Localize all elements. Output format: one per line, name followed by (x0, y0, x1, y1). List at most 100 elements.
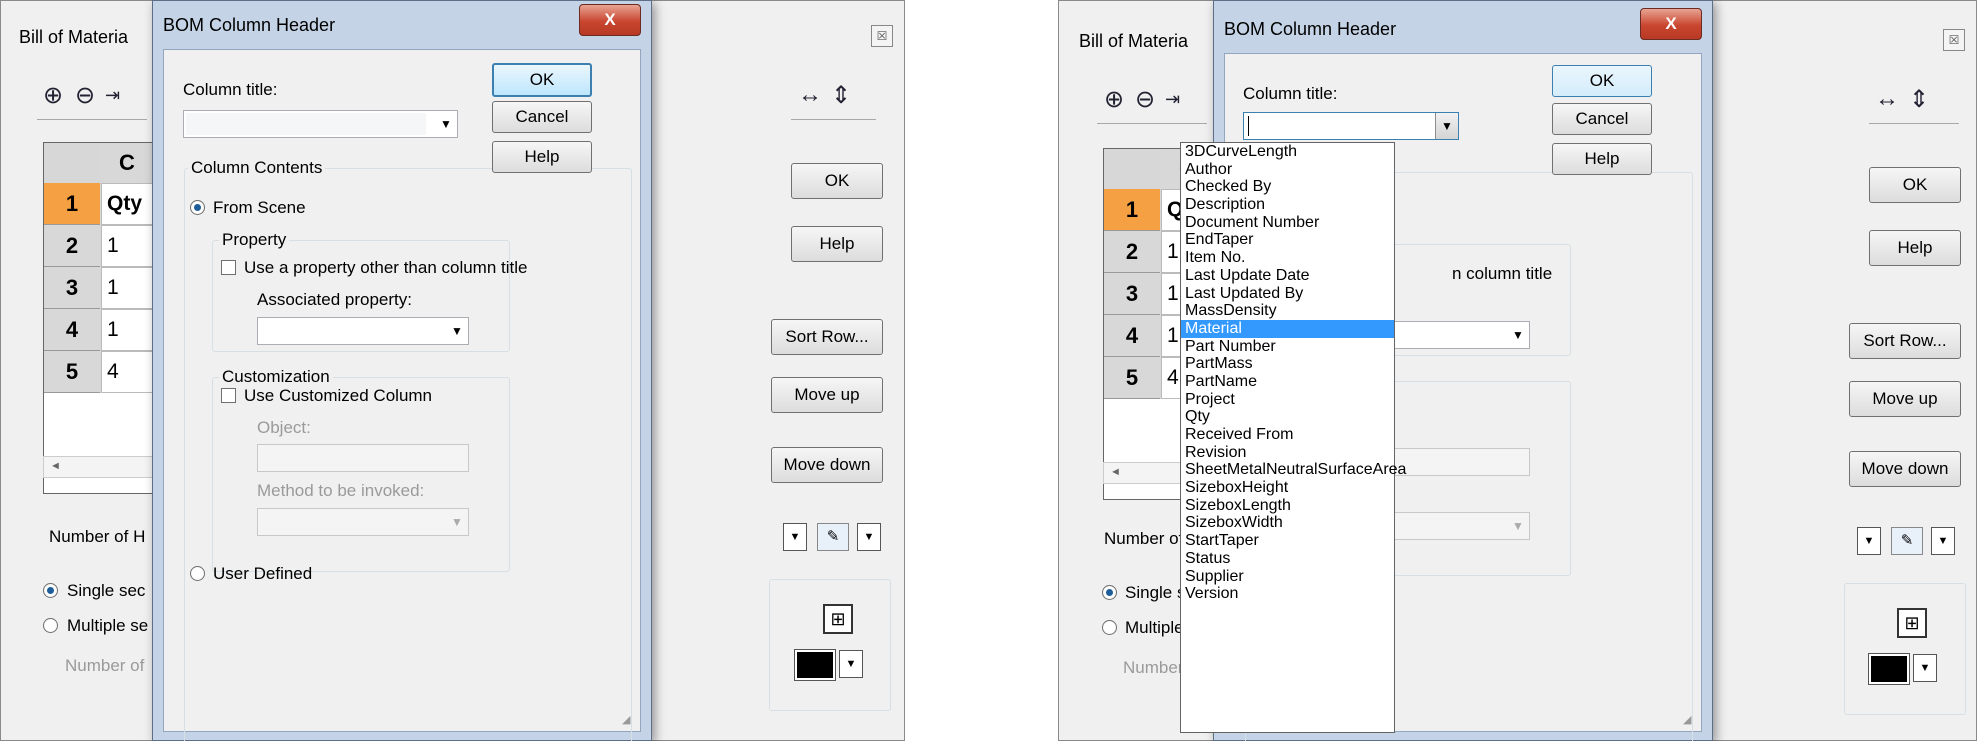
dropdown-option[interactable]: Received From (1181, 426, 1394, 444)
insert-icon[interactable]: ⇥ (1165, 89, 1180, 110)
layout-icon[interactable]: ⊞ (823, 604, 853, 634)
scroll-left-icon[interactable]: ◄ (1110, 466, 1121, 478)
fit-width-icon[interactable]: ↔ (1875, 85, 1899, 113)
dropdown-option[interactable]: Revision (1181, 444, 1394, 462)
row-header[interactable]: 5 (1104, 357, 1160, 399)
column-title-combo[interactable]: ▼ (1243, 112, 1459, 140)
fit-height-icon[interactable]: ⇕ (831, 81, 851, 110)
chevron-down-icon[interactable]: ▼ (446, 318, 468, 344)
chevron-down-icon[interactable]: ▼ (1507, 322, 1529, 348)
object-field[interactable] (257, 444, 469, 472)
zoom-out-icon[interactable]: ⊖ (75, 81, 95, 110)
row-header[interactable]: 4 (44, 309, 100, 351)
method-combo[interactable]: ▼ (257, 508, 469, 536)
move-down-button[interactable]: Move down (1849, 451, 1961, 487)
close-icon[interactable]: X (1640, 8, 1702, 40)
dropdown-option[interactable]: EndTaper (1181, 231, 1394, 249)
move-up-button[interactable]: Move up (1849, 381, 1961, 417)
resize-grip-icon[interactable]: ◢ (1683, 713, 1695, 726)
row-header[interactable]: 3 (44, 267, 100, 309)
bom-close-icon[interactable]: ☒ (1943, 29, 1965, 51)
dropdown-arrow-icon[interactable]: ▼ (783, 523, 807, 551)
row-header[interactable]: 1 (1104, 189, 1160, 231)
resize-grip-icon[interactable]: ◢ (622, 713, 634, 726)
bom-table[interactable]: C 1 Qty 2 1 3 1 4 1 5 4 (43, 142, 179, 494)
cancel-button[interactable]: Cancel (492, 101, 592, 133)
dropdown-option[interactable]: SizeboxLength (1181, 497, 1394, 515)
dropdown-option[interactable]: Material (1181, 319, 1394, 338)
fit-height-icon[interactable]: ⇕ (1909, 85, 1929, 114)
zoom-out-icon[interactable]: ⊖ (1135, 85, 1155, 114)
color-swatch[interactable] (1868, 653, 1910, 685)
zoom-in-icon[interactable]: ⊕ (43, 81, 63, 110)
user-defined-radio[interactable] (190, 566, 205, 581)
bom-ok-button[interactable]: OK (1869, 167, 1961, 203)
chevron-down-icon[interactable]: ▼ (1507, 513, 1529, 539)
chevron-down-icon[interactable]: ▼ (446, 509, 468, 535)
column-title-dropdown-list[interactable]: 3DCurveLength Author Checked By Description… (1180, 142, 1406, 733)
dropdown-option[interactable]: Last Update Date (1181, 267, 1394, 285)
dropdown-option[interactable]: 3DCurveLength (1181, 143, 1394, 161)
single-sec-radio[interactable] (1102, 585, 1117, 600)
ok-button[interactable]: OK (1552, 65, 1652, 97)
dropdown-option[interactable]: MassDensity (1181, 302, 1394, 320)
horizontal-scrollbar[interactable]: ◄ (43, 456, 153, 478)
dropdown-option[interactable]: Part Number (1181, 338, 1394, 356)
row-header[interactable]: 1 (44, 183, 100, 225)
chevron-down-icon[interactable]: ▼ (1435, 113, 1458, 139)
close-icon[interactable]: X (579, 4, 641, 36)
dropdown-arrow-icon[interactable]: ▼ (1931, 527, 1955, 555)
single-sec-radio[interactable] (43, 583, 58, 598)
associated-property-combo[interactable]: ▼ (257, 317, 469, 345)
dropdown-option[interactable]: Item No. (1181, 249, 1394, 267)
dropdown-option[interactable]: SheetMetalNeutralSurfaceArea (1181, 461, 1406, 479)
dropdown-option[interactable]: PartMass (1181, 355, 1394, 373)
row-header[interactable]: 2 (44, 225, 100, 267)
row-header[interactable]: 2 (1104, 231, 1160, 273)
bom-ok-button[interactable]: OK (791, 163, 883, 199)
dropdown-option[interactable]: Author (1181, 161, 1394, 179)
layout-icon[interactable]: ⊞ (1897, 608, 1927, 638)
use-customized-checkbox[interactable] (221, 388, 236, 403)
row-header[interactable]: 3 (1104, 273, 1160, 315)
row-header[interactable]: 4 (1104, 315, 1160, 357)
ok-button[interactable]: OK (492, 63, 592, 97)
dropdown-option[interactable]: StartTaper (1181, 532, 1394, 550)
chevron-down-icon[interactable]: ▼ (435, 111, 457, 137)
bom-close-icon[interactable]: ☒ (871, 25, 893, 47)
dropdown-option[interactable]: Checked By (1181, 178, 1394, 196)
dropdown-option[interactable]: Document Number (1181, 214, 1394, 232)
dropdown-option[interactable]: PartName (1181, 373, 1394, 391)
dropdown-option[interactable]: SizeboxHeight (1181, 479, 1394, 497)
sort-row-button[interactable]: Sort Row... (1849, 323, 1961, 359)
insert-icon[interactable]: ⇥ (105, 85, 120, 106)
cancel-button[interactable]: Cancel (1552, 103, 1652, 135)
scroll-left-icon[interactable]: ◄ (50, 460, 61, 472)
sort-row-button[interactable]: Sort Row... (771, 319, 883, 355)
dropdown-option[interactable]: Project (1181, 391, 1394, 409)
dropdown-arrow-icon[interactable]: ▼ (1857, 527, 1881, 555)
fit-width-icon[interactable]: ↔ (798, 81, 822, 109)
help-button[interactable]: Help (492, 141, 592, 173)
bom-help-button[interactable]: Help (791, 226, 883, 262)
dropdown-option[interactable]: Description (1181, 196, 1394, 214)
dropdown-option[interactable]: Status (1181, 550, 1394, 568)
multiple-sec-radio[interactable] (1102, 620, 1117, 635)
color-swatch[interactable] (794, 649, 836, 681)
dropdown-option[interactable]: Version (1181, 585, 1394, 603)
move-down-button[interactable]: Move down (771, 447, 883, 483)
dropdown-option[interactable]: Qty (1181, 408, 1394, 426)
column-title-combo[interactable]: ▼ (183, 110, 458, 138)
help-button[interactable]: Help (1552, 143, 1652, 175)
multiple-sec-radio[interactable] (43, 618, 58, 633)
fill-color-icon[interactable]: ✎ (817, 523, 849, 551)
move-up-button[interactable]: Move up (771, 377, 883, 413)
use-property-checkbox[interactable] (221, 260, 236, 275)
row-header[interactable]: 5 (44, 351, 100, 393)
dropdown-arrow-icon[interactable]: ▼ (857, 523, 881, 551)
zoom-in-icon[interactable]: ⊕ (1104, 85, 1124, 114)
dropdown-option[interactable]: SizeboxWidth (1181, 514, 1394, 532)
dropdown-arrow-icon[interactable]: ▼ (1913, 654, 1937, 682)
from-scene-radio[interactable] (190, 200, 205, 215)
dropdown-option[interactable]: Supplier (1181, 568, 1394, 586)
